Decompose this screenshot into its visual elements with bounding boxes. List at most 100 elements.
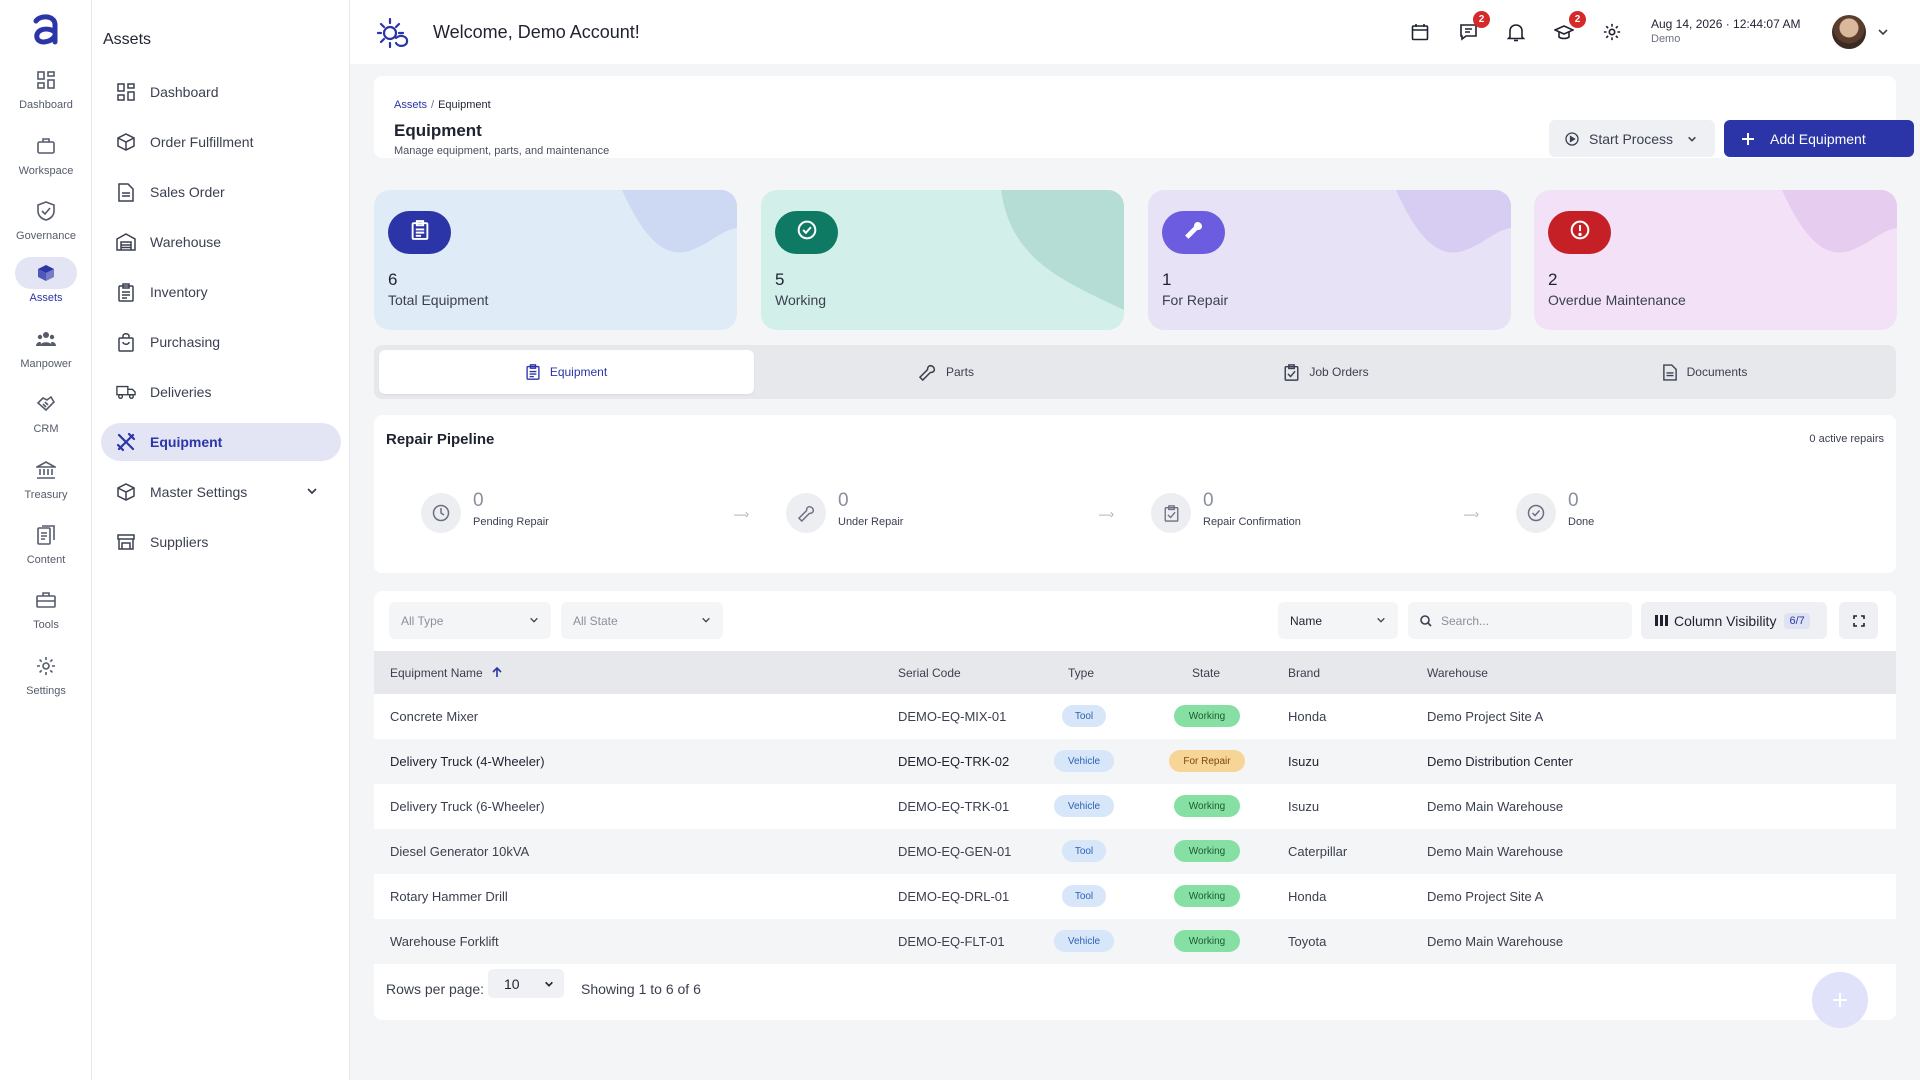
table-header: Equipment Name Serial Code Type State Br… [374,651,1896,694]
learning-button[interactable]: 2 [1552,11,1586,44]
chevron-down-icon[interactable] [1877,26,1889,38]
status-badge: Working [1174,840,1240,862]
column-header-warehouse[interactable]: Warehouse [1427,666,1488,680]
messages-button[interactable]: 2 [1456,11,1490,44]
cell-equipment-name[interactable]: Delivery Truck (4-Wheeler) [390,754,545,769]
brand-sun-icon [376,17,409,48]
step-value: 0 [838,490,849,511]
calendar-button[interactable] [1408,20,1432,44]
fullscreen-button[interactable] [1839,602,1878,639]
status-badge: Working [1174,885,1240,907]
rail-item-assets[interactable]: Assets [0,257,92,317]
cell-equipment-name[interactable]: Rotary Hammer Drill [390,889,508,904]
search-input[interactable]: Search... [1408,602,1632,639]
clipboard-check-icon [1284,363,1299,381]
tab-label: Parts [945,365,974,379]
sidebar-item-deliveries[interactable]: Deliveries [101,373,341,411]
column-header-type[interactable]: Type [1068,666,1094,680]
stat-label: For Repair [1162,292,1229,308]
chevron-down-icon[interactable] [305,484,319,498]
breadcrumb-link-assets[interactable]: Assets [394,99,427,111]
cell-warehouse: Demo Main Warehouse [1427,844,1564,859]
table-row[interactable]: Rotary Hammer Drill DEMO-EQ-DRL-01 Tool Wor… [374,874,1896,919]
rail-label: Treasury [24,489,68,501]
rail-item-tools[interactable]: Tools [0,584,92,644]
cell-equipment-name[interactable]: Delivery Truck (6-Wheeler) [390,799,545,814]
rail-item-settings[interactable]: Settings [0,650,92,710]
table-row[interactable]: Diesel Generator 10kVA DEMO-EQ-GEN-01 Tool… [374,829,1896,874]
column-header-brand[interactable]: Brand [1288,666,1320,680]
rail-item-governance[interactable]: Governance [0,195,92,255]
sidebar-item-order-fulfillment[interactable]: Order Fulfillment [101,123,341,161]
rail-item-content[interactable]: Content [0,519,92,579]
chevron-down-icon [1377,617,1385,623]
sidebar-item-equipment[interactable]: Equipment [101,423,341,461]
table-row[interactable]: Warehouse Forklift DEMO-EQ-FLT-01 Vehicle W… [374,919,1896,964]
rail-item-workspace[interactable]: Workspace [0,130,92,190]
cell-serial-code: DEMO-EQ-MIX-01 [898,709,1007,724]
rail-item-treasury[interactable]: Treasury [0,454,92,514]
sidebar-item-master-settings[interactable]: Master Settings [101,473,341,511]
sidebar-item-label: Order Fulfillment [150,134,254,150]
notifications-button[interactable] [1504,20,1528,44]
sidebar-item-dashboard[interactable]: Dashboard [101,73,341,111]
cell-equipment-name[interactable]: Warehouse Forklift [390,934,499,949]
floating-add-button[interactable] [1812,972,1868,1028]
pipeline-arrow: —› [734,507,749,521]
tab-parts[interactable]: Parts [759,350,1134,394]
rail-item-crm[interactable]: CRM [0,388,92,448]
rail-item-dashboard[interactable]: Dashboard [0,64,92,124]
tab-job-orders[interactable]: Job Orders [1139,350,1514,394]
state-filter-select[interactable]: All State [561,602,723,639]
document-icon [116,182,136,202]
sort-by-select[interactable]: Name [1278,602,1398,639]
sidebar-item-label: Inventory [150,284,208,300]
avatar[interactable] [1832,15,1866,49]
page-subtitle: Manage equipment, parts, and maintenance [394,145,610,157]
sidebar-item-purchasing[interactable]: Purchasing [101,323,341,361]
column-visibility-button[interactable]: Column Visibility 6/7 [1641,602,1827,639]
stat-card: 6 Total Equipment [374,190,737,330]
step-value: 0 [1568,490,1579,511]
tab-equipment[interactable]: Equipment [379,350,754,394]
sidebar-item-label: Purchasing [150,334,221,350]
cell-equipment-name[interactable]: Diesel Generator 10kVA [390,844,529,859]
type-badge: Tool [1062,840,1106,862]
columns-icon [1655,615,1668,626]
table-row[interactable]: Concrete Mixer DEMO-EQ-MIX-01 Tool Working H… [374,694,1896,739]
stat-value: 5 [775,270,785,289]
cell-serial-code: DEMO-EQ-DRL-01 [898,889,1010,904]
cell-brand: Honda [1288,709,1327,724]
table-row[interactable]: Delivery Truck (4-Wheeler) DEMO-EQ-TRK-02… [374,739,1896,784]
clipboard-icon [526,364,540,380]
rows-per-page-select[interactable]: 10 [488,969,564,998]
type-filter-value: All Type [401,613,444,628]
sidebar-item-suppliers[interactable]: Suppliers [101,523,341,561]
cell-equipment-name[interactable]: Concrete Mixer [390,709,478,724]
rail-item-manpower[interactable]: Manpower [0,323,92,383]
column-header-state[interactable]: State [1192,666,1220,680]
calendar-icon [1411,24,1429,41]
stat-icon-badge [775,211,838,254]
breadcrumb: Assets / Equipment [394,99,491,111]
chat-icon [1459,24,1477,41]
column-header-serial-code[interactable]: Serial Code [898,666,961,680]
pagination-summary: Showing 1 to 6 of 6 [581,981,701,997]
messages-badge: 2 [1473,11,1490,28]
sidebar-item-warehouse[interactable]: Warehouse [101,223,341,261]
app-logo-icon[interactable] [30,12,62,46]
add-equipment-button[interactable]: Add Equipment [1724,120,1914,157]
sidebar-item-inventory[interactable]: Inventory [101,273,341,311]
column-header-equipment-name[interactable]: Equipment Name [390,666,502,680]
stat-label: Overdue Maintenance [1548,292,1686,308]
gear-icon [15,650,77,682]
tab-documents[interactable]: Documents [1519,350,1891,394]
type-filter-select[interactable]: All Type [389,602,551,639]
stat-icon-badge [388,211,451,254]
sidebar-item-sales-order[interactable]: Sales Order [101,173,341,211]
box-icon [116,132,136,152]
start-process-button[interactable]: Start Process [1549,120,1715,157]
top-header: Welcome, Demo Account! 2 2 Aug 14, 2026 … [350,0,1920,64]
settings-button[interactable] [1600,20,1624,44]
table-row[interactable]: Delivery Truck (6-Wheeler) DEMO-EQ-TRK-01… [374,784,1896,829]
